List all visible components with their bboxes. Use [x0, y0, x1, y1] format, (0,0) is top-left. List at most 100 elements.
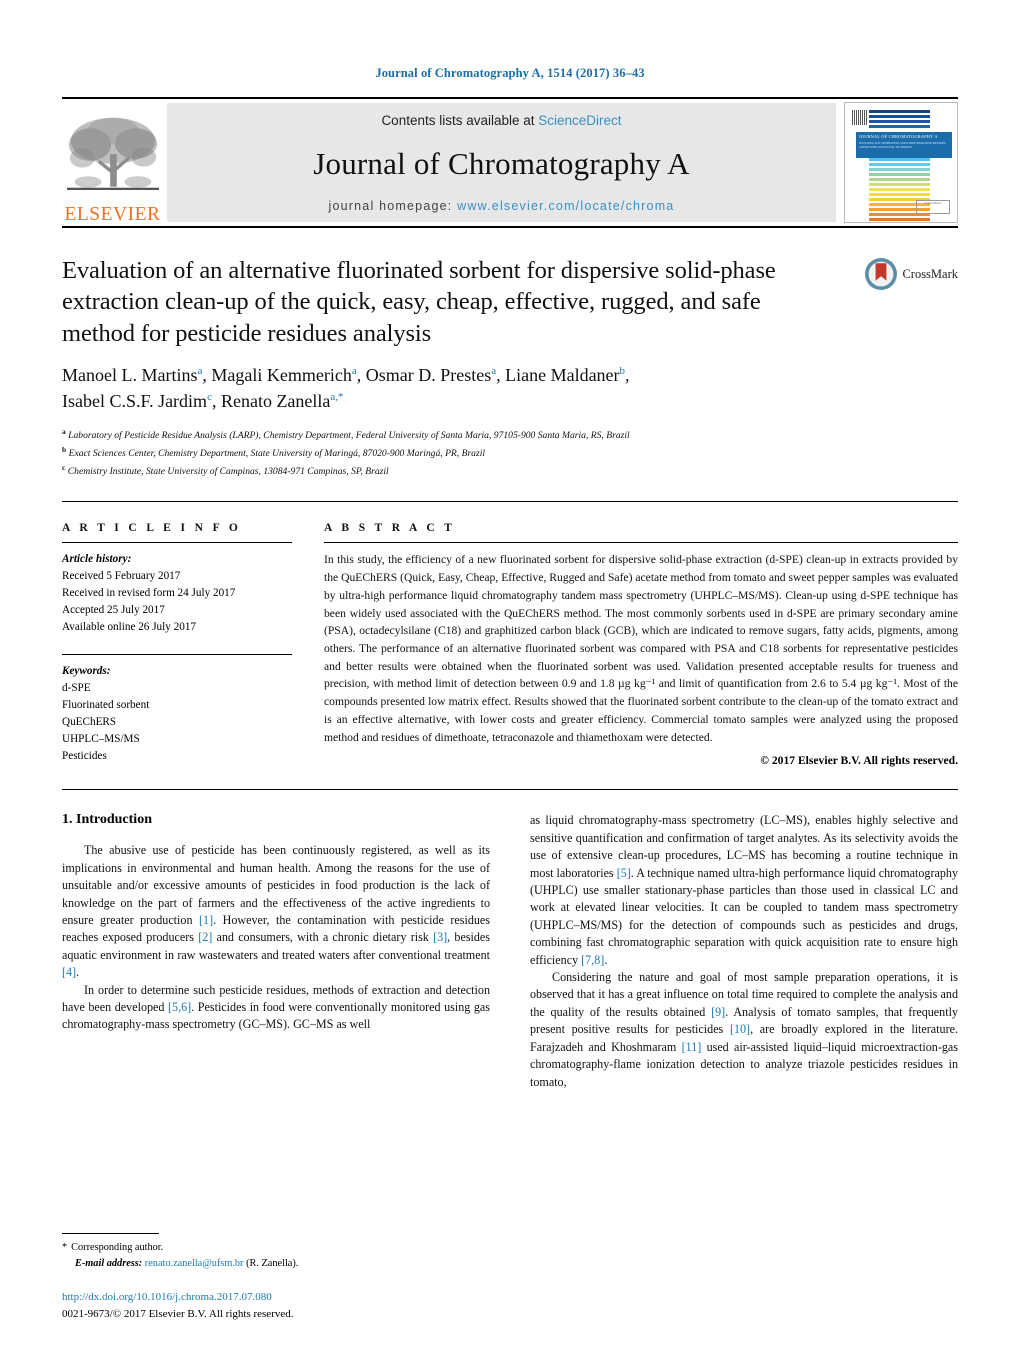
running-head: Journal of Chromatography A, 1514 (2017)… [375, 66, 645, 80]
author-affil-marker: a [351, 365, 357, 378]
corresponding-text: Corresponding author. [71, 1242, 164, 1254]
journal-masthead: ELSEVIER Contents lists available at Sci… [62, 97, 958, 226]
abstract-copyright: © 2017 Elsevier B.V. All rights reserved… [760, 754, 958, 768]
author-item[interactable]: Renato Zanellaa,* [221, 391, 344, 411]
masthead-bottom-rule [62, 226, 958, 228]
keyword-item[interactable]: Pesticides [62, 748, 292, 765]
cover-subtitle: INCLUDING ELECTROPHORESIS AND OTHER SEPA… [859, 142, 946, 150]
keyword-item[interactable]: UHPLC–MS/MS [62, 731, 292, 748]
article-page: Journal of Chromatography A, 1514 (2017)… [0, 0, 1020, 1351]
journal-title: Journal of Chromatography A [313, 145, 690, 181]
affiliation-marker: c [62, 462, 66, 472]
crossmark-area[interactable]: CrossMark [848, 255, 958, 479]
cover-title: JOURNAL OF CHROMATOGRAPHY A [859, 134, 938, 139]
article-info-column: A R T I C L E I N F O Article history: R… [62, 522, 292, 767]
sciencedirect-link[interactable]: ScienceDirect [538, 113, 621, 128]
body-paragraph: In order to determine such pesticide res… [62, 982, 491, 1032]
title-block: Evaluation of an alternative fluorinated… [62, 255, 958, 479]
issn-copyright-line: 0021-9673/© 2017 Elsevier B.V. All right… [62, 1307, 294, 1320]
affiliation-item: b Exact Sciences Center, Chemistry Depar… [62, 444, 838, 462]
info-abstract-row: A R T I C L E I N F O Article history: R… [62, 522, 958, 767]
keyword-item[interactable]: d-SPE [62, 680, 292, 697]
history-item: Available online 26 July 2017 [62, 621, 197, 634]
author-item[interactable]: Manoel L. Martinsa [62, 365, 202, 385]
keywords-label: Keywords: [62, 665, 111, 678]
body-top-rule [62, 789, 958, 791]
author-item[interactable]: Isabel C.S.F. Jardimc [62, 391, 212, 411]
author-affil-marker: a,* [330, 390, 344, 403]
article-history-block: Article history: Received 5 February 201… [62, 551, 292, 636]
author-name: Liane Maldaner [505, 365, 620, 386]
author-affil-marker: a [491, 365, 497, 378]
body-paragraph: The abusive use of pesticide has been co… [62, 843, 491, 980]
body-paragraph: as liquid chromatography-mass spectromet… [530, 813, 958, 967]
abstract-column: A B S T R A C T In this study, the effic… [324, 522, 958, 767]
author-name: Manoel L. Martins [62, 365, 198, 386]
author-list: Manoel L. Martinsa, Magali Kemmericha, O… [62, 365, 630, 411]
author-affil-marker: b [619, 365, 626, 378]
cover-footer-logo: ScienceDirect [916, 200, 950, 214]
history-item: Received 5 February 2017 [62, 570, 181, 583]
info-top-rule [62, 501, 958, 503]
author-affil-marker: c [207, 390, 212, 403]
affiliation-text: Laboratory of Pesticide Residue Analysis… [68, 430, 630, 442]
asterisk-marker: * [62, 1242, 68, 1254]
elsevier-wordmark: ELSEVIER [64, 203, 161, 225]
corresponding-author-note: * Corresponding author. E-mail address: r… [62, 1240, 480, 1271]
keyword-item[interactable]: QuEChERS [62, 714, 292, 731]
body-paragraph: Considering the nature and goal of most … [530, 970, 959, 1089]
author-name: Isabel C.S.F. Jardim [62, 390, 208, 411]
introduction-heading: 1. Introduction [62, 812, 152, 828]
author-name: Renato Zanella [220, 390, 331, 411]
homepage-prefix: journal homepage: [328, 199, 458, 213]
history-item: Accepted 25 July 2017 [62, 604, 165, 617]
contents-available-line: Contents lists available at ScienceDirec… [381, 113, 621, 128]
abstract-text: In this study, the efficiency of a new f… [324, 553, 958, 744]
body-columns: 1. Introduction The abusive use of pesti… [62, 812, 958, 1091]
cover-artwork: JOURNAL OF CHROMATOGRAPHY A INCLUDING EL… [850, 108, 952, 221]
elsevier-tree-icon [66, 117, 159, 190]
affiliation-item: c Chemistry Institute, State University … [62, 462, 838, 480]
homepage-url-link[interactable]: www.elsevier.com/locate/chroma [457, 199, 674, 213]
affiliation-marker: b [62, 444, 67, 454]
email-link[interactable]: renato.zanella@ufsm.br [145, 1258, 244, 1269]
affiliation-text: Exact Sciences Center, Chemistry Departm… [68, 448, 486, 460]
contents-prefix: Contents lists available at [381, 113, 539, 128]
footnote-rule [62, 1233, 159, 1235]
author-name: Osmar D. Prestes [365, 365, 492, 386]
keywords-rule [62, 654, 292, 656]
doi-link[interactable]: http://dx.doi.org/10.1016/j.chroma.2017.… [62, 1289, 492, 1306]
crossmark-label: CrossMark [902, 266, 958, 281]
affiliation-marker: a [62, 427, 66, 437]
barcode-icon [852, 110, 867, 125]
body-column-right: as liquid chromatography-mass spectromet… [530, 812, 958, 1091]
article-info-rule [62, 542, 292, 544]
elsevier-logo: ELSEVIER [62, 99, 163, 226]
keywords-block: Keywords: d-SPE Fluorinated sorbent QuEC… [62, 663, 292, 765]
author-item[interactable]: Liane Maldanerb [505, 365, 625, 385]
abstract-rule [324, 542, 958, 544]
journal-cover-thumbnail[interactable]: JOURNAL OF CHROMATOGRAPHY A INCLUDING EL… [844, 102, 958, 223]
author-item[interactable]: Magali Kemmericha [211, 365, 356, 385]
email-suffix: (R. Zanella). [246, 1257, 299, 1269]
cover-title-band: JOURNAL OF CHROMATOGRAPHY A INCLUDING EL… [856, 132, 952, 158]
history-item: Received in revised form 24 July 2017 [62, 587, 236, 600]
email-label: E-mail address: [75, 1257, 143, 1269]
corresponding-line: * Corresponding author. [62, 1240, 480, 1255]
crossmark-icon [865, 258, 898, 290]
article-history-label: Article history: [62, 553, 132, 566]
doi-block: http://dx.doi.org/10.1016/j.chroma.2017.… [62, 1289, 492, 1323]
affiliation-text: Chemistry Institute, State University of… [67, 465, 389, 477]
affiliation-item: a Laboratory of Pesticide Residue Analys… [62, 426, 838, 444]
keyword-item[interactable]: Fluorinated sorbent [62, 697, 292, 714]
article-info-heading: A R T I C L E I N F O [62, 522, 242, 535]
journal-homepage-line: journal homepage: www.elsevier.com/locat… [329, 199, 675, 213]
title-and-authors: Evaluation of an alternative fluorinated… [62, 255, 848, 479]
author-item[interactable]: Osmar D. Prestesa [366, 365, 496, 385]
masthead-center: Contents lists available at ScienceDirec… [167, 103, 836, 222]
footnote-block: * Corresponding author. E-mail address: r… [62, 1233, 480, 1271]
page-title: Evaluation of an alternative fluorinated… [62, 257, 776, 347]
crossmark-badge[interactable]: CrossMark [864, 257, 958, 291]
author-name: Magali Kemmerich [211, 365, 352, 386]
email-line: E-mail address: renato.zanella@ufsm.br (… [62, 1256, 480, 1271]
